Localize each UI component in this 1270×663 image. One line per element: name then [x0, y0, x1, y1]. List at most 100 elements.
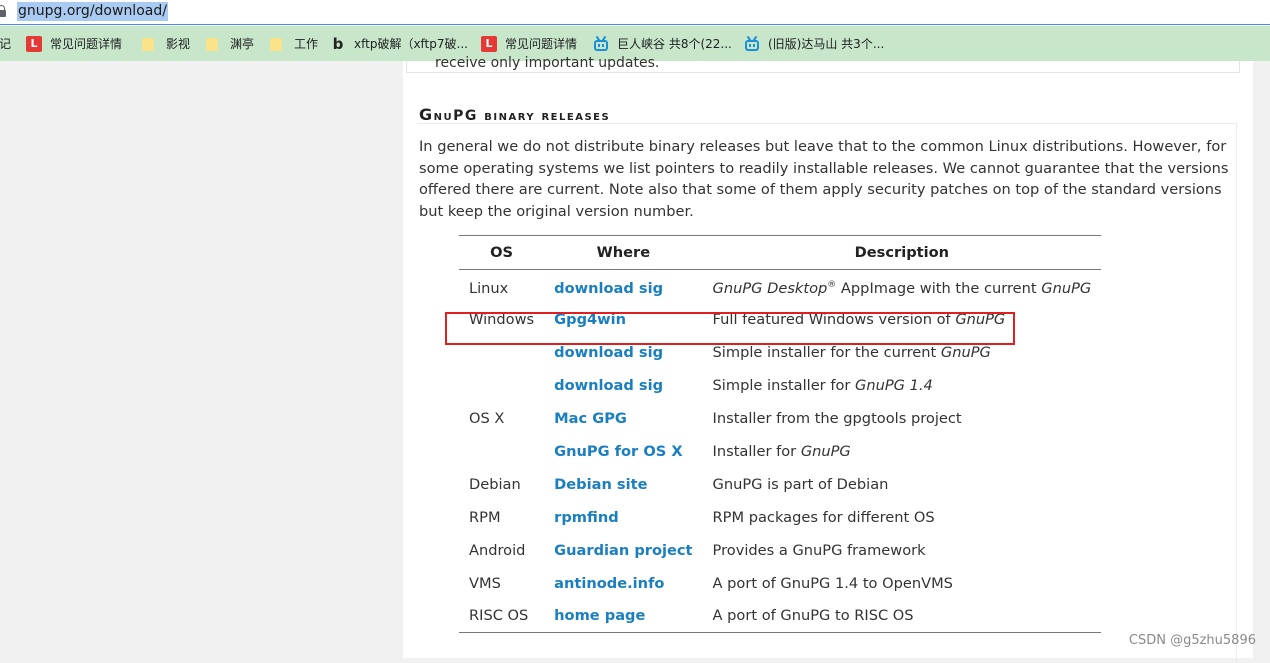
description-text: GnuPG is part of Debian [712, 475, 889, 493]
description-text: GnuPG Desktop [712, 279, 828, 297]
cell-os [459, 435, 544, 468]
cell-description: A port of GnuPG to RISC OS [702, 599, 1102, 633]
bookmark-label: 记 [0, 37, 12, 51]
description-text: GnuPG [1041, 279, 1092, 297]
table-row: Debian Debian site GnuPG is part of Debian [459, 468, 1101, 501]
header-os: OS [459, 235, 545, 270]
table-row: RPM rpmfind RPM packages for different OS [459, 501, 1101, 534]
bookmark-item[interactable]: 巨人峡谷 共8个(22... [593, 34, 732, 54]
description-text: A port of GnuPG to RISC OS [712, 607, 914, 625]
cell-description: GnuPG Desktop® AppImage with the current… [703, 270, 1102, 303]
description-text: Installer from the gpgtools project [712, 409, 962, 427]
cell-where: download sig [544, 270, 702, 303]
bookmark-item[interactable]: L 常见问题详情 [26, 34, 122, 54]
description-text: GnuPG 1.4 [855, 376, 933, 394]
cell-description: Installer from the gpgtools project [703, 402, 1102, 435]
description-text: Simple installer for the current [712, 343, 941, 361]
bookmark-item[interactable]: (旧版)达马山 共3个... [744, 34, 884, 54]
bilibili-tv-icon [593, 35, 609, 52]
l-logo-icon: L [481, 36, 497, 52]
table-row: VMS antinode.info A port of GnuPG 1.4 to O… [459, 567, 1101, 600]
bookmark-label: 常见问题详情 [505, 37, 578, 51]
cell-os: Android [469, 541, 526, 559]
cell-description: GnuPG is part of Debian [703, 468, 1102, 501]
cell-where: download sig [544, 369, 702, 402]
description-text: AppImage with the current [836, 279, 1042, 297]
table-row: GnuPG for OS X Installer for GnuPG [459, 435, 1101, 468]
right-gutter [1253, 61, 1270, 658]
intro-paragraph: In general we do not distribute binary r… [419, 138, 1229, 220]
bookmark-label: 常见问题详情 [50, 37, 123, 51]
download-link[interactable]: Guardian project [554, 542, 692, 559]
cell-where: Debian site [544, 468, 702, 501]
previous-section-text: receive only important updates. [435, 55, 660, 71]
cell-where: antinode.info [544, 567, 702, 600]
bookmark-label: 渊亭 [230, 37, 255, 51]
cell-description: Installer for GnuPG [703, 435, 1102, 468]
cell-description: A port of GnuPG 1.4 to OpenVMS [703, 567, 1102, 600]
download-link[interactable]: Mac GPG [554, 410, 627, 427]
section-title-rest: nuPG binary releases [433, 108, 611, 124]
bookmark-item[interactable]: b xftp破解（xftp7破... [330, 34, 468, 54]
registered-mark: ® [827, 279, 837, 290]
bookmark-folder[interactable]: 影视 [140, 34, 190, 54]
table-row: RISC OS home page A port of GnuPG to RISC … [459, 599, 1102, 633]
download-link[interactable]: download sig [554, 377, 663, 394]
l-logo-icon: L [26, 36, 42, 52]
bookmark-item[interactable]: 记 [0, 34, 11, 54]
cell-where: GnuPG for OS X [544, 435, 702, 468]
download-link[interactable]: home page [554, 607, 645, 624]
bookmark-folder[interactable]: 渊亭 [204, 34, 254, 54]
watermark: CSDN @g5zhu5896 [1128, 633, 1256, 648]
download-link[interactable]: download sig [554, 280, 663, 297]
cell-description: Provides a GnuPG framework [703, 534, 1102, 567]
table-header-row: OS Where Description [459, 235, 1102, 270]
description-text: A port of GnuPG 1.4 to OpenVMS [712, 574, 953, 592]
bookmark-label: 影视 [166, 37, 191, 51]
description-text: Provides a GnuPG framework [712, 541, 926, 559]
cell-where: Mac GPG [544, 402, 702, 435]
download-link[interactable]: GnuPG for OS X [554, 443, 682, 460]
description-text: GnuPG [800, 442, 851, 460]
cell-where: home page [544, 599, 703, 633]
url-text[interactable]: gnupg.org/download/ [17, 2, 168, 21]
cell-os [459, 369, 544, 402]
download-link[interactable]: antinode.info [554, 575, 664, 592]
download-link[interactable]: rpmfind [554, 509, 619, 526]
cell-os: RISC OS [459, 599, 545, 633]
cell-os: Linux [469, 279, 509, 297]
cell-os: OS X [469, 409, 505, 427]
description-text: Installer for [712, 442, 801, 460]
description-text: Simple installer for [712, 376, 856, 394]
cell-os: Debian [469, 475, 521, 493]
header-where: Where [544, 235, 703, 270]
cell-where: Guardian project [544, 534, 702, 567]
description-text: RPM packages for different OS [712, 508, 935, 526]
description-text: GnuPG [940, 343, 991, 361]
binary-releases-table: OS Where Description Linux download sig Gn… [459, 235, 1102, 633]
table-row: download sig Simple installer for GnuPG 1… [459, 369, 1101, 402]
page-content: receive only important updates. GnuPG bi… [403, 55, 1253, 663]
b-logo-icon: b [332, 35, 344, 53]
download-link[interactable]: download sig [554, 344, 663, 361]
address-bar[interactable]: gnupg.org/download/ [0, 0, 1270, 25]
section-title-initial: G [419, 105, 434, 124]
cell-description: RPM packages for different OS [703, 501, 1102, 534]
bookmark-folder[interactable]: 工作 [268, 34, 318, 54]
cell-os: VMS [469, 574, 501, 592]
section-title: GnuPG binary releases [419, 105, 610, 124]
cell-description: Simple installer for GnuPG 1.4 [703, 369, 1102, 402]
folder-icon [142, 37, 154, 51]
bookmark-label: 工作 [294, 37, 319, 51]
download-link[interactable]: Debian site [554, 476, 647, 493]
bookmark-label: 巨人峡谷 共8个(22... [617, 37, 732, 51]
header-description: Description [702, 235, 1102, 270]
table-row: OS X Mac GPG Installer from the gpgtools p… [459, 402, 1101, 435]
lock-icon[interactable] [0, 5, 6, 17]
table-row: Linux download sig GnuPG Desktop® AppImage… [459, 270, 1101, 303]
cell-where: rpmfind [544, 501, 702, 534]
bookmark-label: (旧版)达马山 共3个... [768, 37, 885, 51]
bookmark-label: xftp破解（xftp7破... [354, 37, 468, 51]
bookmark-item[interactable]: L 常见问题详情 [481, 34, 577, 54]
cell-os: RPM [469, 508, 501, 526]
